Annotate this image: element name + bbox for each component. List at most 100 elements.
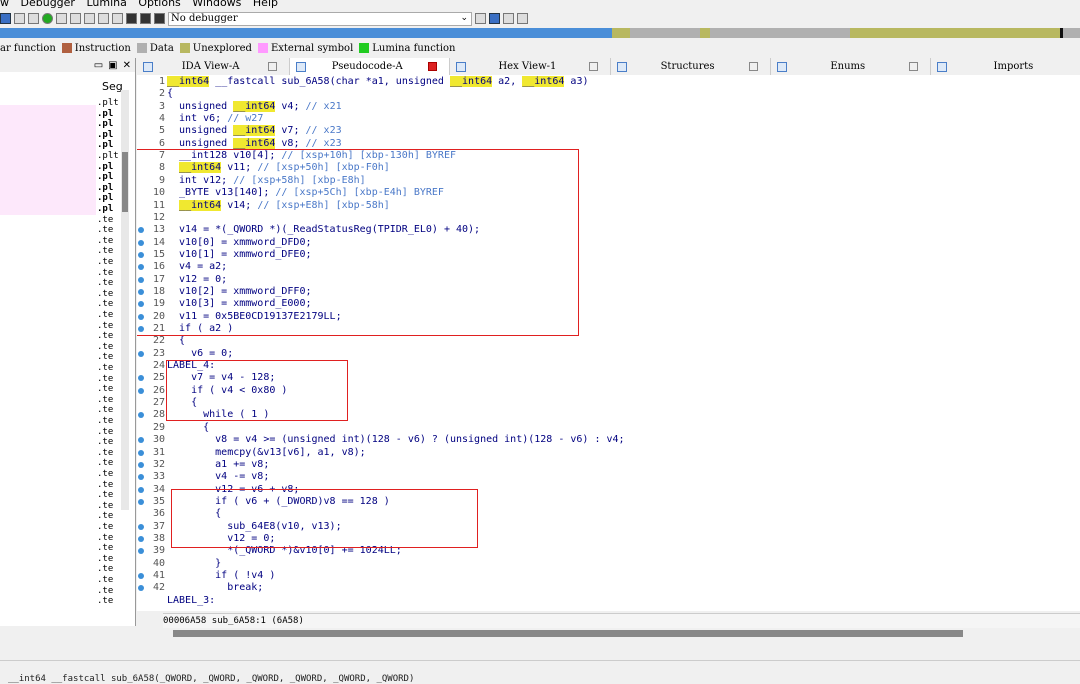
close-tab-icon[interactable] [428,62,438,71]
segment-row[interactable]: .te [97,363,113,373]
segment-row[interactable]: .te [97,405,113,415]
segment-row[interactable]: .te [97,469,113,479]
code-text[interactable]: v4 -= v8; [167,471,269,483]
debug-options-icon[interactable] [475,13,486,24]
code-line[interactable]: 42 break; [137,582,1077,594]
navigation-band[interactable] [0,28,1080,38]
segment-row[interactable]: .plt [97,151,119,161]
code-line[interactable]: 4 int v6; // w27 [137,113,1077,125]
trace-icon[interactable] [517,13,528,24]
segment-row[interactable]: .pl [97,119,113,129]
segment-row[interactable]: .pl [97,204,113,214]
tab-structures[interactable]: Structures [611,58,771,75]
segment-row[interactable]: .te [97,225,113,235]
code-line[interactable]: 5 unsigned __int64 v7; // x23 [137,125,1077,137]
close-tab-icon[interactable] [588,62,598,71]
segment-row[interactable]: .te [97,289,113,299]
enum-icon[interactable] [98,13,109,24]
close-icon[interactable]: ✕ [123,60,131,71]
download-icon[interactable] [0,13,11,24]
attach-icon[interactable] [489,13,500,24]
code-text[interactable]: break; [167,582,263,594]
graph-icon[interactable] [28,13,39,24]
code-line[interactable]: 29 { [137,422,1077,434]
menu-item-view[interactable]: w [0,0,9,9]
code-text[interactable]: memcpy(&v13[v6], a1, v8); [167,447,366,459]
segment-row[interactable]: .te [97,268,113,278]
vertical-scrollbar[interactable] [121,90,129,510]
code-line[interactable]: 3 unsigned __int64 v4; // x21 [137,100,1077,113]
function-icon[interactable] [70,13,81,24]
struct-icon[interactable] [84,13,95,24]
stop-icon[interactable] [154,13,165,24]
segment-row[interactable]: .te [97,533,113,543]
segment-row[interactable]: .te [97,352,113,362]
code-text[interactable]: unsigned __int64 v7; // x23 [167,125,342,137]
tab-pseudocode-a[interactable]: Pseudocode-A [290,58,451,75]
segment-row[interactable]: .te [97,427,113,437]
code-line[interactable]: 23 v6 = 0; [137,348,1077,360]
segment-row[interactable]: .pl [97,162,113,172]
segment-row[interactable]: .te [97,586,113,596]
code-text[interactable]: int v6; // w27 [167,113,263,125]
tab-imports[interactable]: Imports [931,58,1080,75]
segment-row[interactable]: .pl [97,140,113,150]
code-text[interactable]: unsigned __int64 v8; // x23 [167,137,342,150]
segment-row[interactable]: .te [97,480,113,490]
segment-row[interactable]: .te [97,554,113,564]
segment-column-header[interactable]: Seg [102,80,123,93]
tab-enums[interactable]: Enums [771,58,931,75]
segment-row[interactable]: .te [97,575,113,585]
tab-hex-view-1[interactable]: Hex View-1 [450,58,611,75]
code-text[interactable]: { [167,335,185,347]
segment-row[interactable]: .te [97,448,113,458]
code-text[interactable]: __int64 __fastcall sub_6A58(char *a1, un… [167,76,589,88]
segment-row[interactable]: .te [97,342,113,352]
code-line[interactable]: 33 v4 -= v8; [137,471,1077,483]
menu-item-lumina[interactable]: Lumina [86,0,126,9]
menu-item-help[interactable]: Help [253,0,278,9]
pause-icon[interactable] [140,13,151,24]
code-text[interactable]: unsigned __int64 v4; // x21 [167,100,342,113]
segment-row[interactable]: .te [97,299,113,309]
segment-row[interactable]: .pl [97,109,113,119]
segment-row[interactable]: .te [97,522,113,532]
code-line[interactable]: 40 } [137,558,1077,570]
segment-row[interactable]: .te [97,310,113,320]
segment-row[interactable]: .te [97,395,113,405]
code-text[interactable]: { [167,88,173,100]
code-text[interactable]: } [167,558,221,570]
segment-row[interactable]: .te [97,458,113,468]
code-text[interactable]: v6 = 0; [167,348,233,360]
code-line[interactable]: 32 a1 += v8; [137,459,1077,471]
menu-item-windows[interactable]: Windows [192,0,241,9]
code-line[interactable]: 22 { [137,335,1077,347]
code-line[interactable]: 41 if ( !v4 ) [137,570,1077,582]
segment-row[interactable]: .te [97,384,113,394]
segment-row[interactable]: .te [97,490,113,500]
segment-row[interactable]: .te [97,511,113,521]
cancel-icon[interactable] [112,13,123,24]
segment-row[interactable]: .te [97,246,113,256]
code-line[interactable]: 2{ [137,88,1077,100]
restore-icon[interactable]: ▭ [94,60,103,71]
segment-row[interactable]: .pl [97,183,113,193]
segment-row[interactable]: .te [97,564,113,574]
close-tab-icon[interactable] [748,62,758,71]
segment-row[interactable]: .te [97,331,113,341]
segment-row[interactable]: .te [97,596,113,606]
segment-row[interactable]: .te [97,543,113,553]
scrollbar-thumb[interactable] [122,152,128,212]
segment-row[interactable]: .pl [97,130,113,140]
xref-icon[interactable] [56,13,67,24]
close-tab-icon[interactable] [268,62,278,71]
segment-row[interactable]: .te [97,278,113,288]
code-line[interactable]: 6 unsigned __int64 v8; // x23 [137,137,1077,150]
segment-row[interactable]: .pl [97,193,113,203]
segment-row[interactable]: .plt [97,98,119,108]
code-line[interactable]: 31 memcpy(&v13[v6], a1, v8); [137,447,1077,459]
segment-row[interactable]: .te [97,374,113,384]
segment-row[interactable]: .te [97,321,113,331]
maximize-icon[interactable]: ▣ [108,60,117,71]
code-line[interactable]: 30 v8 = v4 >= (unsigned int)(128 - v6) ?… [137,434,1077,446]
